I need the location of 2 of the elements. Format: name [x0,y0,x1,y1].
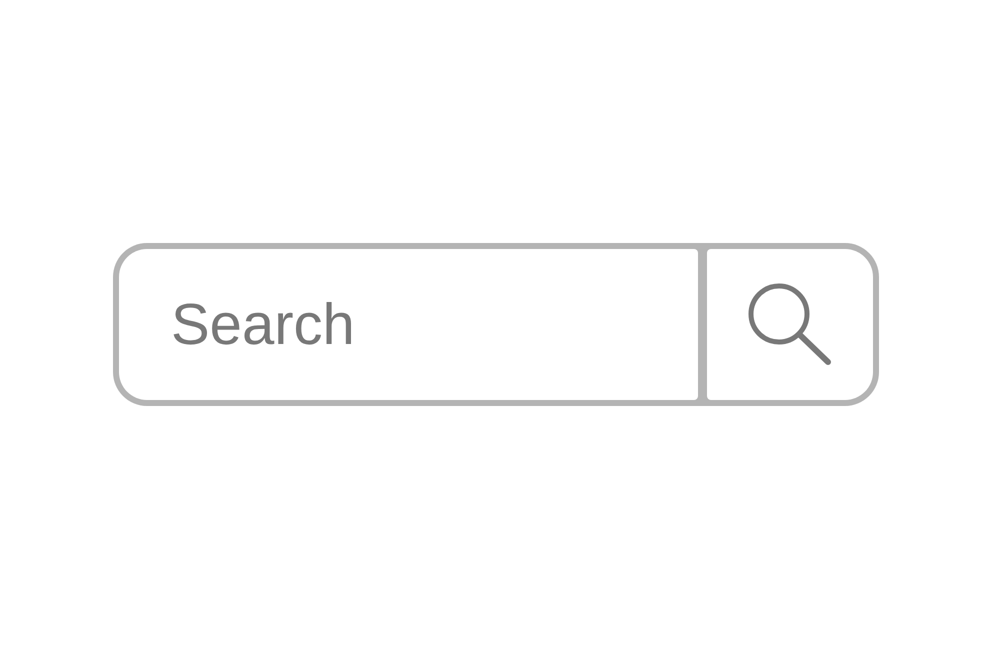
search-field[interactable]: Search [119,249,698,400]
search-button[interactable] [707,249,873,400]
